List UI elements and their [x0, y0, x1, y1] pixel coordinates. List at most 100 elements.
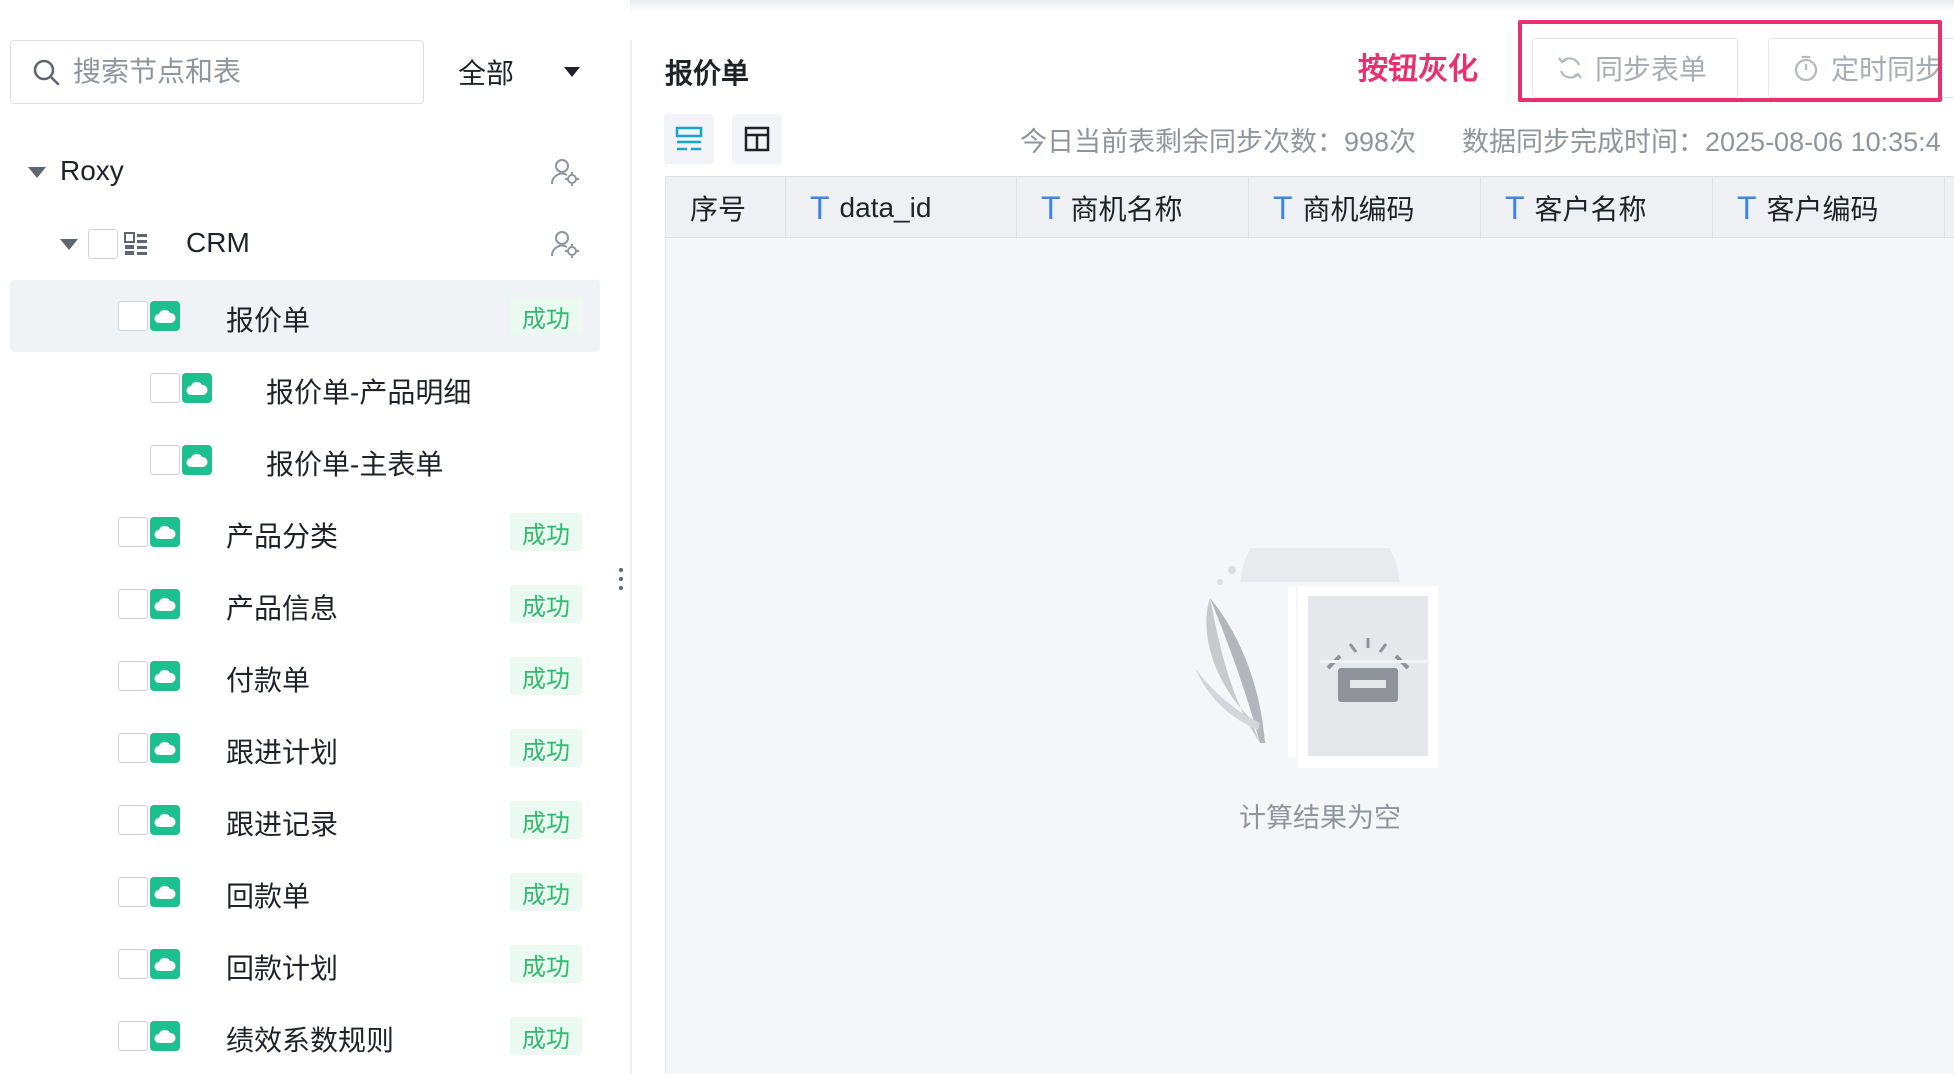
status-badge: 成功 — [510, 297, 582, 335]
scope-select[interactable]: 全部 — [444, 40, 594, 104]
cloud-icon — [182, 445, 212, 475]
column-header-label: 商机名称 — [1070, 194, 1183, 225]
cloud-icon — [150, 661, 180, 691]
status-badge: 成功 — [510, 585, 582, 623]
text-type-icon: T — [1041, 189, 1061, 226]
status-badge: 成功 — [510, 657, 582, 695]
app-grid-icon — [124, 232, 147, 255]
status-badge: 成功 — [510, 945, 582, 983]
expand-caret-icon[interactable] — [28, 167, 46, 178]
text-type-icon: T — [1505, 189, 1525, 226]
column-header-opportunity-name[interactable]: T 商机名称 — [1017, 177, 1249, 239]
text-type-icon: T — [1737, 189, 1757, 226]
cloud-icon — [150, 733, 180, 763]
annotation-highlight-box — [1518, 20, 1942, 102]
tree-node-label: 回款单 — [226, 881, 311, 912]
annotation-label: 按钮灰化 — [1358, 53, 1478, 86]
tree-node-label: Roxy — [60, 155, 124, 186]
tree-node-label: 报价单-产品明细 — [266, 377, 472, 408]
column-header-label: data_id — [839, 192, 932, 223]
cloud-icon — [150, 949, 180, 979]
tree-node-label: 回款计划 — [226, 953, 339, 984]
search-icon — [33, 59, 60, 86]
cloud-icon — [150, 589, 180, 619]
search-input[interactable] — [73, 56, 413, 88]
sync-time-text: 数据同步完成时间：2025-08-06 10:35:4 — [1462, 127, 1941, 157]
node-checkbox[interactable] — [118, 949, 148, 979]
node-checkbox[interactable] — [150, 445, 180, 475]
tree-node-label: 绩效系数规则 — [226, 1025, 395, 1056]
node-checkbox[interactable] — [150, 373, 180, 403]
tree-node[interactable]: 回款计划 成功 — [10, 928, 600, 1000]
node-checkbox[interactable] — [118, 877, 148, 907]
column-header-label: 商机编码 — [1302, 194, 1415, 225]
node-checkbox[interactable] — [118, 589, 148, 619]
user-settings-icon[interactable] — [550, 157, 580, 187]
grid-header: 序号 T data_id T 商机名称 T 商机编码 T 客户名称 T 客户编码 — [666, 176, 1954, 239]
text-type-icon: T — [1273, 189, 1293, 226]
table-layout-icon — [744, 126, 770, 152]
tree-node[interactable]: Roxy — [10, 136, 600, 208]
search-box[interactable] — [10, 40, 424, 104]
table-view-toggle[interactable] — [732, 114, 782, 164]
drag-handle-icon[interactable] — [617, 568, 625, 598]
dropdown-caret-icon — [564, 67, 580, 77]
tree-node[interactable]: 报价单-主表单 — [10, 424, 600, 496]
column-header-index[interactable]: 序号 — [666, 177, 786, 239]
tree-node-label: CRM — [186, 227, 250, 258]
status-badge: 成功 — [510, 1017, 582, 1055]
status-badge: 成功 — [510, 801, 582, 839]
tree-node[interactable]: 报价单 成功 — [10, 280, 600, 352]
cloud-icon — [150, 877, 180, 907]
cloud-icon — [150, 1021, 180, 1051]
node-checkbox[interactable] — [118, 733, 148, 763]
tree-node[interactable]: 回款单 成功 — [10, 856, 600, 928]
status-badge: 成功 — [510, 513, 582, 551]
tree-node[interactable]: 跟进计划 成功 — [10, 712, 600, 784]
status-badge: 成功 — [510, 873, 582, 911]
user-settings-icon[interactable] — [550, 229, 580, 259]
column-header-data-id[interactable]: T data_id — [786, 177, 1017, 239]
empty-state-text: 计算结果为空 — [1239, 803, 1401, 833]
node-checkbox[interactable] — [88, 229, 118, 259]
card-view-toggle[interactable] — [664, 114, 714, 164]
node-checkbox[interactable] — [118, 1021, 148, 1051]
cloud-icon — [150, 805, 180, 835]
node-checkbox[interactable] — [118, 517, 148, 547]
tree-node-label: 产品分类 — [226, 521, 339, 552]
page-title: 报价单 — [665, 58, 750, 89]
tree-node-label: 跟进计划 — [226, 737, 339, 768]
tree-node[interactable]: 报价单-产品明细 — [10, 352, 600, 424]
tree-node-label: 产品信息 — [226, 593, 339, 624]
tree-node[interactable]: 产品信息 成功 — [10, 568, 600, 640]
column-header-label: 客户编码 — [1766, 194, 1879, 225]
node-checkbox[interactable] — [118, 805, 148, 835]
column-header-label: 客户名称 — [1534, 194, 1647, 225]
tree-node-label: 跟进记录 — [226, 809, 339, 840]
tree-node-label: 报价单-主表单 — [266, 449, 444, 480]
tree-node-label: 付款单 — [226, 665, 311, 696]
tree-node[interactable]: 付款单 成功 — [10, 640, 600, 712]
column-header-opportunity-code[interactable]: T 商机编码 — [1249, 177, 1481, 239]
tree-node-label: 报价单 — [226, 305, 311, 336]
panel-splitter[interactable] — [630, 40, 632, 1074]
expand-caret-icon[interactable] — [60, 239, 78, 250]
sidebar: 全部 RoxyCRM报价单成功报价单-产品明细报价单-主表单产品分类成功产品信息… — [0, 0, 630, 1074]
node-checkbox[interactable] — [118, 301, 148, 331]
cloud-icon — [182, 373, 212, 403]
empty-state-illustration — [1195, 548, 1438, 768]
column-header-customer-code[interactable]: T 客户编码 — [1713, 177, 1945, 239]
tree-node[interactable]: 跟进记录 成功 — [10, 784, 600, 856]
tree-node[interactable]: CRM — [10, 208, 600, 280]
node-checkbox[interactable] — [118, 661, 148, 691]
remaining-syncs-text: 今日当前表剩余同步次数：998次 — [1020, 127, 1417, 157]
scope-select-value: 全部 — [458, 58, 515, 89]
tree-node[interactable]: 产品分类 成功 — [10, 496, 600, 568]
cloud-icon — [150, 301, 180, 331]
cloud-icon — [150, 517, 180, 547]
column-header-customer-name[interactable]: T 客户名称 — [1481, 177, 1713, 239]
text-type-icon: T — [810, 189, 830, 226]
tree-node[interactable]: 绩效系数规则 成功 — [10, 1000, 600, 1072]
column-header-label: 序号 — [690, 194, 747, 225]
status-badge: 成功 — [510, 729, 582, 767]
